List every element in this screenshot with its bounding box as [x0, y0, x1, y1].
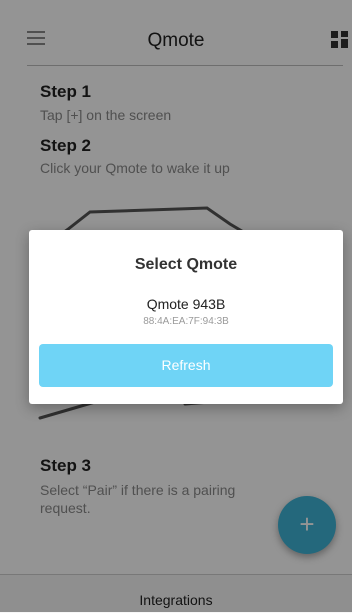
select-qmote-dialog: Select Qmote Qmote 943B 88:4A:EA:7F:94:3… — [29, 230, 343, 404]
device-list-item[interactable]: Qmote 943B 88:4A:EA:7F:94:3B — [29, 294, 343, 334]
refresh-button[interactable]: Refresh — [39, 344, 333, 387]
device-mac-address: 88:4A:EA:7F:94:3B — [143, 316, 229, 327]
dialog-title: Select Qmote — [134, 256, 238, 273]
device-name: Qmote 943B — [146, 296, 226, 312]
